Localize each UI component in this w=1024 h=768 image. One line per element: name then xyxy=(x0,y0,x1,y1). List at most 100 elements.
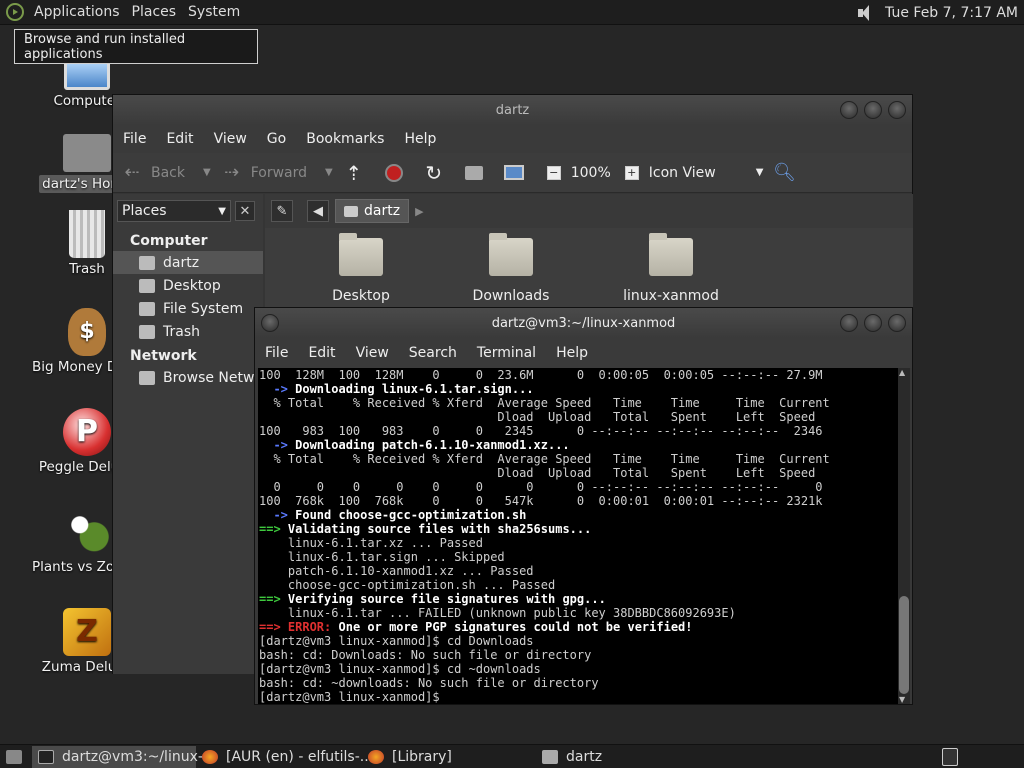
task-firefox-library[interactable]: [Library] xyxy=(362,746,528,768)
task-file-manager[interactable]: dartz xyxy=(528,746,694,768)
task-label: [AUR (en) - elfutils-... xyxy=(226,748,374,765)
chevron-right-icon[interactable]: ▶ xyxy=(415,205,423,218)
menu-help[interactable]: Help xyxy=(546,345,598,361)
file-manager-menubar: File Edit View Go Bookmarks Help xyxy=(113,125,912,153)
stop-button[interactable] xyxy=(383,162,413,184)
chevron-down-icon[interactable]: ▼ xyxy=(203,167,211,178)
sidebar-item-browse-network[interactable]: Browse Network xyxy=(113,366,263,389)
sidebar-item-desktop[interactable]: Desktop xyxy=(113,274,263,297)
terminal-line-text: One or more PGP signatures could not be … xyxy=(331,620,693,634)
close-button[interactable] xyxy=(888,314,906,332)
maximize-button[interactable] xyxy=(864,314,882,332)
terminal-line: linux-6.1.tar ... FAILED (unknown public… xyxy=(259,606,898,620)
minimize-button[interactable] xyxy=(840,314,858,332)
path-back-button[interactable]: ◀ xyxy=(307,200,329,222)
scroll-up-icon[interactable]: ▲ xyxy=(899,368,905,377)
task-terminal[interactable]: dartz@vm3:~/linux-... xyxy=(32,745,216,768)
computer-button[interactable] xyxy=(503,162,533,184)
sidebar-item-dartz[interactable]: dartz xyxy=(113,251,263,274)
terminal-output[interactable]: 100 128M 100 128M 0 0 23.6M 0 0:00:05 0:… xyxy=(258,368,898,704)
applications-menu[interactable]: Applications xyxy=(28,4,126,20)
forward-button[interactable]: ⇢ Forward ▼ xyxy=(221,162,333,184)
clock[interactable]: Tue Feb 7, 7:17 AM xyxy=(885,5,1018,21)
zoom-out-button[interactable]: − 100% xyxy=(543,162,611,184)
search-button[interactable]: 🔍︎ xyxy=(773,162,803,184)
up-button[interactable]: ⇡ xyxy=(343,161,373,185)
scrollbar-thumb[interactable] xyxy=(899,596,909,694)
terminal-titlebar[interactable]: dartz@vm3:~/linux-xanmod xyxy=(255,308,912,338)
terminal-line-prefix: ==> xyxy=(259,592,288,606)
chevron-down-icon[interactable]: ▼ xyxy=(325,167,333,178)
minimize-button[interactable] xyxy=(840,101,858,119)
reload-icon: ↻ xyxy=(425,160,443,185)
pencil-icon: ✎ xyxy=(276,203,288,219)
terminal-line-prefix: ==> xyxy=(259,620,288,634)
menu-terminal[interactable]: Terminal xyxy=(467,345,546,361)
zoom-in-icon: + xyxy=(621,162,643,184)
terminal-line-text: % Total % Received % Xferd Average Speed… xyxy=(259,452,830,466)
desktop-icon xyxy=(139,278,155,293)
window-menu-button[interactable] xyxy=(261,314,279,332)
terminal-line-text: Validating source files with sha256sums.… xyxy=(287,522,592,536)
view-mode-select[interactable]: Icon View xyxy=(649,165,716,181)
stop-icon xyxy=(383,162,405,184)
scroll-down-icon[interactable]: ▼ xyxy=(899,695,905,704)
menu-view[interactable]: View xyxy=(204,131,257,147)
breadcrumb[interactable]: dartz xyxy=(335,199,410,223)
folder-item[interactable]: linux-xanmod xyxy=(611,233,731,304)
folder-label: linux-xanmod xyxy=(623,288,719,304)
firefox-icon xyxy=(202,749,218,764)
menu-help[interactable]: Help xyxy=(394,131,446,147)
terminal-line: choose-gcc-optimization.sh ... Passed xyxy=(259,578,898,592)
workspace-switcher[interactable] xyxy=(936,746,960,768)
menu-go[interactable]: Go xyxy=(257,131,296,147)
sidebar-item-label: dartz xyxy=(163,254,200,271)
show-desktop-icon xyxy=(6,749,22,764)
applications-logo-icon[interactable] xyxy=(6,3,24,21)
places-combo[interactable]: Places ▼ xyxy=(117,200,231,222)
menu-edit[interactable]: Edit xyxy=(156,131,203,147)
window-title: dartz@vm3:~/linux-xanmod xyxy=(491,315,676,331)
menu-file[interactable]: File xyxy=(113,131,156,147)
places-menu[interactable]: Places xyxy=(126,4,183,20)
file-manager-titlebar[interactable]: dartz xyxy=(113,95,912,125)
menu-edit[interactable]: Edit xyxy=(298,345,345,361)
trash-icon xyxy=(69,210,105,258)
menu-file[interactable]: File xyxy=(255,345,298,361)
menu-search[interactable]: Search xyxy=(399,345,467,361)
terminal-line-text: linux-6.1.tar.sign ... Skipped xyxy=(259,550,505,564)
back-button[interactable]: ⇠ Back ▼ xyxy=(121,162,211,184)
terminal-line: Dload Upload Total Spent Left Speed xyxy=(259,466,898,480)
folder-item[interactable]: Downloads xyxy=(451,233,571,304)
task-firefox-aur[interactable]: [AUR (en) - elfutils-... xyxy=(196,746,373,768)
terminal-scrollbar[interactable]: ▲ ▼ xyxy=(898,368,910,704)
show-desktop-button[interactable] xyxy=(0,746,32,768)
home-button[interactable] xyxy=(463,162,493,184)
zoom-out-icon: − xyxy=(543,162,565,184)
forward-arrow-icon: ⇢ xyxy=(224,162,240,183)
folder-item[interactable]: Desktop xyxy=(301,233,421,304)
folder-icon xyxy=(489,233,533,276)
volume-icon[interactable] xyxy=(857,4,877,22)
folder-label: Desktop xyxy=(332,288,390,304)
close-sidebar-button[interactable]: ✕ xyxy=(235,201,255,221)
terminal-menubar: File Edit View Search Terminal Help xyxy=(255,338,912,368)
terminal-line-text: Dload Upload Total Spent Left Speed xyxy=(259,466,816,480)
edit-location-button[interactable]: ✎ xyxy=(271,200,293,222)
sidebar-item-trash[interactable]: Trash xyxy=(113,320,263,343)
chevron-down-icon[interactable]: ▼ xyxy=(756,167,764,178)
task-label: dartz xyxy=(566,748,603,765)
places-header: Places ▼ ✕ xyxy=(113,194,263,228)
breadcrumb-label: dartz xyxy=(364,203,401,219)
sidebar-item-file-system[interactable]: File System xyxy=(113,297,263,320)
menu-bookmarks[interactable]: Bookmarks xyxy=(296,131,394,147)
folder-label: Downloads xyxy=(472,288,550,304)
zoom-in-button[interactable]: + Icon View ▼ xyxy=(621,162,764,184)
home-icon xyxy=(344,205,358,217)
terminal-line-text: linux-6.1.tar.xz ... Passed xyxy=(259,536,483,550)
reload-button[interactable]: ↻ xyxy=(423,160,453,185)
maximize-button[interactable] xyxy=(864,101,882,119)
menu-view[interactable]: View xyxy=(346,345,399,361)
system-menu[interactable]: System xyxy=(182,4,246,20)
close-button[interactable] xyxy=(888,101,906,119)
